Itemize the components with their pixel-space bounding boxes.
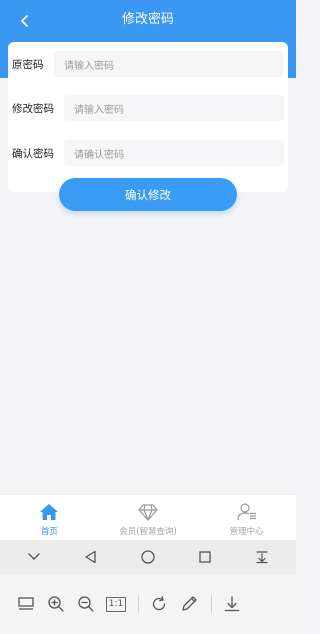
tab-membership-label: 会员(智慧查询) — [119, 527, 177, 537]
pencil-icon — [182, 596, 197, 611]
square-recents-icon — [199, 551, 211, 563]
password-form-card: 原密码 请输入密码 修改密码 请输入密码 确认密码 请确认密码 — [8, 42, 288, 192]
recents-nav-button[interactable] — [192, 544, 218, 570]
rotate-button[interactable] — [145, 590, 173, 618]
chevron-down-icon — [28, 553, 41, 560]
viewer-toolbar: 1:1 — [0, 574, 296, 634]
tab-management-label: 管理中心 — [229, 527, 264, 537]
pull-down-icon — [255, 551, 268, 564]
download-button[interactable] — [218, 590, 246, 618]
circle-home-icon — [141, 550, 155, 564]
tab-home-label: 首页 — [40, 527, 58, 537]
toolbar-divider-2 — [211, 595, 212, 613]
zoom-in-icon — [48, 596, 64, 612]
old-password-row: 原密码 请输入密码 — [8, 50, 288, 78]
zoom-out-button[interactable] — [72, 590, 100, 618]
tab-home[interactable]: 首页 — [0, 495, 99, 540]
download-icon — [224, 596, 240, 612]
confirm-password-label: 确认密码 — [12, 147, 54, 160]
triangle-back-icon — [85, 550, 96, 564]
toolbar-divider — [138, 595, 139, 613]
edit-button[interactable] — [175, 590, 203, 618]
actual-size-label: 1:1 — [105, 596, 127, 612]
new-password-row: 修改密码 请输入密码 — [8, 94, 288, 122]
user-list-icon — [236, 501, 258, 523]
zoom-in-button[interactable] — [42, 590, 70, 618]
old-password-label: 原密码 — [12, 58, 44, 71]
notification-pull-button[interactable] — [249, 544, 275, 570]
confirm-password-input[interactable]: 请确认密码 — [64, 140, 284, 166]
home-icon — [38, 501, 60, 523]
tab-management[interactable]: 管理中心 — [197, 495, 296, 540]
bottom-tab-bar: 首页 会员(智慧查询) 管理中心 — [0, 494, 296, 540]
page-title: 修改密码 — [121, 12, 174, 27]
confirm-change-button[interactable]: 确认修改 — [59, 178, 237, 211]
collapse-button[interactable] — [21, 544, 47, 570]
home-nav-button[interactable] — [135, 544, 161, 570]
back-nav-button[interactable] — [78, 544, 104, 570]
tab-membership[interactable]: 会员(智慧查询) — [99, 495, 198, 540]
zoom-out-icon — [78, 596, 94, 612]
new-password-label: 修改密码 — [12, 102, 54, 115]
new-password-input[interactable]: 请输入密码 — [64, 95, 284, 121]
system-navigation-bar — [0, 540, 296, 574]
confirm-password-row: 确认密码 请确认密码 — [8, 139, 288, 167]
rotate-icon — [152, 596, 166, 611]
layout-icon — [18, 597, 34, 610]
layout-button[interactable] — [12, 590, 40, 618]
actual-size-button[interactable]: 1:1 — [102, 590, 130, 618]
diamond-icon — [137, 501, 159, 523]
old-password-input[interactable]: 请输入密码 — [54, 51, 284, 77]
